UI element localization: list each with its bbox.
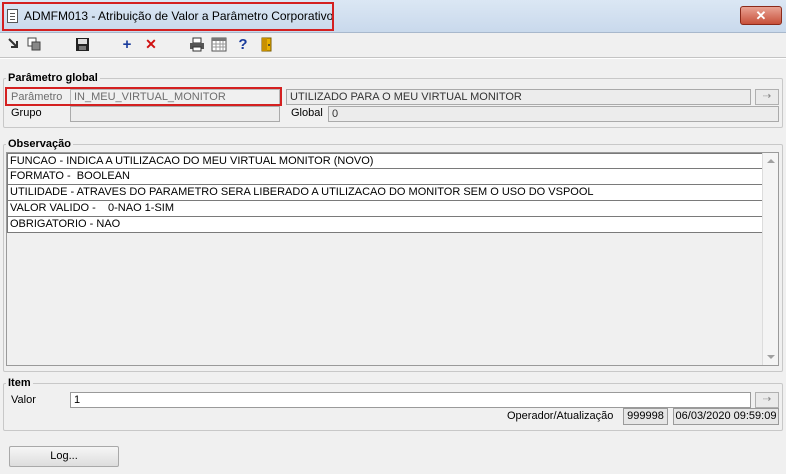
observacao-line: UTILIDADE - ATRAVES DO PARAMETRO SERA LI…: [7, 185, 764, 201]
observacao-legend: Observação: [8, 138, 71, 150]
valor-input[interactable]: 1: [70, 392, 751, 408]
help-icon[interactable]: ?: [235, 36, 251, 53]
calendar-icon[interactable]: [211, 36, 227, 52]
operador-atualizacao-label: Operador/Atualização: [507, 410, 614, 422]
grupo-field: [70, 106, 280, 122]
close-button[interactable]: ✕: [740, 6, 782, 25]
observacao-memo[interactable]: FUNCAO - INDICA A UTILIZACAO DO MEU VIRT…: [6, 152, 779, 366]
toolbar: + ✕ ?: [0, 33, 786, 55]
scroll-up-icon[interactable]: [767, 159, 775, 163]
descricao-field: UTILIZADO PARA O MEU VIRTUAL MONITOR: [286, 89, 751, 105]
atualizacao-field: 06/03/2020 09:59:09: [673, 408, 779, 425]
operador-field: 999998: [623, 408, 668, 425]
save-icon[interactable]: [74, 36, 90, 52]
print-icon[interactable]: [189, 36, 205, 52]
door-exit-icon[interactable]: [258, 36, 274, 52]
item-legend: Item: [8, 377, 31, 389]
observacao-line: OBRIGATORIO - NAO: [7, 217, 764, 233]
global-field: 0: [328, 106, 779, 122]
window-title-bar: ADMFM013 - Atribuição de Valor a Parâmet…: [0, 0, 786, 33]
log-button[interactable]: Log...: [9, 446, 119, 467]
observacao-line: FORMATO - BOOLEAN: [7, 169, 764, 185]
exit-icon[interactable]: [6, 36, 22, 52]
global-label: Global: [291, 107, 323, 119]
parametro-highlight-box: [5, 87, 282, 106]
observacao-line: FUNCAO - INDICA A UTILIZACAO DO MEU VIRT…: [7, 153, 764, 169]
valor-label: Valor: [11, 394, 36, 406]
observacao-line: VALOR VALIDO - 0-NAO 1-SIM: [7, 201, 764, 217]
parametro-lookup-button[interactable]: ⇢: [755, 89, 779, 105]
scroll-down-icon[interactable]: [767, 355, 775, 359]
grupo-label: Grupo: [11, 107, 42, 119]
title-highlight-box: [2, 2, 334, 31]
observacao-scrollbar[interactable]: [762, 153, 778, 365]
parametro-global-legend: Parâmetro global: [8, 72, 98, 84]
delete-icon[interactable]: ✕: [143, 36, 159, 52]
copy-icon[interactable]: [26, 36, 42, 52]
valor-lookup-button[interactable]: ⇢: [755, 392, 779, 408]
add-icon[interactable]: +: [119, 36, 135, 53]
toolbar-separator: [0, 57, 786, 59]
